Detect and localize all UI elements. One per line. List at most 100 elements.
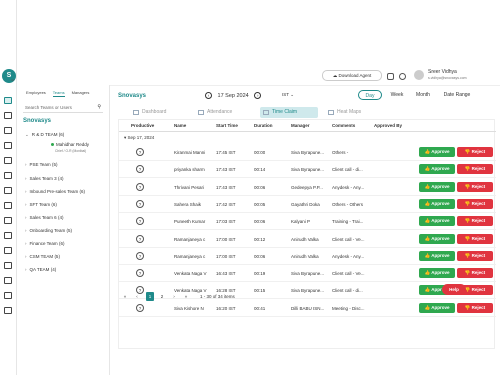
approve-button[interactable]: 👍 Approve [419, 250, 455, 261]
clipboard-icon[interactable] [4, 232, 12, 239]
tab-heat-maps[interactable]: Heat Maps [325, 107, 375, 118]
reject-button[interactable]: 👎 Reject [457, 198, 493, 209]
productive-question-icon[interactable]: ? [136, 148, 144, 156]
timer-icon[interactable] [4, 262, 12, 269]
export-icon[interactable] [387, 73, 394, 80]
column-header[interactable]: Manager [291, 123, 310, 128]
team-item[interactable]: › Sales Team 3 (4) [25, 176, 63, 181]
period-week[interactable]: Week [386, 90, 408, 100]
map-icon[interactable] [4, 187, 12, 194]
column-header[interactable]: Duration [254, 123, 273, 128]
reject-label: Reject [471, 166, 486, 172]
approve-button[interactable]: 👍 Approve [419, 181, 455, 192]
group-icon[interactable] [4, 307, 12, 314]
chart-icon[interactable] [4, 172, 12, 179]
member-role: Chief / O-R (Monibal) [55, 149, 87, 153]
approve-button[interactable]: 👍 Approve [419, 216, 455, 227]
reject-button[interactable]: 👎 Reject [457, 302, 493, 313]
period-month[interactable]: Month [412, 90, 434, 100]
chevron-right-icon: › [25, 162, 27, 167]
briefcase-icon[interactable] [4, 202, 12, 209]
current-date[interactable]: 17 Sep 2024 [218, 93, 249, 99]
tab-time-claim[interactable]: Time Claim [260, 107, 318, 118]
column-header[interactable]: Approved By [374, 123, 402, 128]
team-count: (6) [51, 202, 57, 207]
search-input[interactable]: Search Teams or Users ⚲ [23, 103, 103, 113]
period-day[interactable]: Day [358, 90, 382, 100]
reject-button[interactable]: 👎 Reject [457, 268, 493, 279]
column-header[interactable]: Productive [131, 123, 154, 128]
team-item[interactable]: › Onboarding Team (5) [25, 228, 72, 233]
tab-managers[interactable]: Managers [72, 90, 90, 97]
page-button[interactable]: 2 [158, 292, 166, 301]
users-icon[interactable] [4, 217, 12, 224]
reject-label: Reject [471, 235, 486, 241]
reject-button[interactable]: 👎 Reject [457, 164, 493, 175]
message-icon[interactable] [4, 277, 12, 284]
next-page-icon[interactable]: › [170, 292, 178, 301]
calendar-icon[interactable] [4, 247, 12, 254]
thumbs-up-icon: 👍 [424, 287, 431, 293]
team-item[interactable]: › Inbound Pre-sales Team (6) [25, 189, 85, 194]
timezone-select[interactable]: IST ⌄ [282, 92, 294, 98]
tab-dashboard[interactable]: Dashboard [130, 107, 185, 118]
tab-attendance[interactable]: Attendance [195, 107, 250, 118]
cloud-icon[interactable] [4, 292, 12, 299]
productive-question-icon[interactable]: ? [136, 251, 144, 260]
approve-button[interactable]: 👍 Approve [419, 164, 455, 175]
approve-button[interactable]: 👍 Approve [419, 147, 455, 157]
mail-icon[interactable] [4, 142, 12, 149]
column-header[interactable]: Comments [332, 123, 355, 128]
desktop-icon[interactable] [4, 157, 12, 164]
cell-duration: 00:14 [254, 167, 266, 173]
productive-question-icon[interactable]: ? [136, 165, 144, 174]
prev-page-icon[interactable]: ‹ [133, 292, 141, 301]
team-item[interactable]: › PSE Team (5) [25, 162, 57, 167]
tab-employees[interactable]: Employees [26, 90, 46, 97]
productive-question-icon[interactable]: ? [136, 199, 144, 208]
avatar[interactable] [414, 70, 424, 80]
productive-question-icon[interactable]: ? [136, 182, 144, 191]
group-row[interactable]: ▾ Sep 17, 2024 [119, 132, 496, 142]
tab-teams[interactable]: Teams [52, 90, 65, 97]
period-date-range[interactable]: Date Range [440, 90, 474, 100]
monitor-icon[interactable] [4, 127, 12, 134]
productive-question-icon[interactable]: ? [136, 217, 144, 226]
settings-icon[interactable] [399, 73, 406, 80]
reject-button[interactable]: 👎 Reject [457, 233, 493, 244]
page-button[interactable]: 1 [146, 292, 154, 301]
team-member[interactable]: Mahidhar Reddy [51, 142, 89, 147]
reject-label: Reject [471, 252, 486, 258]
reject-button[interactable]: 👎 Reject [457, 147, 493, 157]
column-header[interactable]: Start Time [216, 123, 238, 128]
team-item[interactable]: › Finance Team (6) [25, 241, 64, 246]
column-header[interactable]: Name [174, 123, 186, 128]
team-item[interactable]: ⌄ R & D TEAM (6) [25, 132, 64, 138]
team-item[interactable]: › SFT Team (6) [25, 202, 57, 207]
productive-question-icon[interactable]: ? [136, 303, 144, 312]
download-agent-button[interactable]: ☁ Download Agent [322, 70, 382, 81]
team-item[interactable]: › CSM TEAM (5) [25, 254, 60, 259]
team-item[interactable]: › Sales Team 6 (4) [25, 215, 63, 220]
team-name: SFT Team [29, 202, 51, 207]
last-page-icon[interactable]: » [182, 292, 190, 301]
reject-button[interactable]: 👎 Reject [457, 181, 493, 192]
search-icon[interactable]: ⚲ [97, 104, 101, 110]
team-item[interactable]: › QA TEAM (4) [25, 267, 56, 272]
left-nav-bar: S ntr [0, 0, 17, 375]
help-button[interactable]: Help [442, 284, 466, 295]
download-icon: ☁ [332, 73, 338, 78]
home-icon[interactable] [4, 97, 12, 104]
first-page-icon[interactable]: « [121, 292, 129, 301]
reject-button[interactable]: 👎 Reject [457, 250, 493, 261]
approve-button[interactable]: 👍 Approve [419, 198, 455, 209]
productive-question-icon[interactable]: ? [136, 269, 144, 278]
grid-icon[interactable] [4, 112, 12, 119]
prev-date-icon[interactable]: ‹ [205, 92, 212, 99]
reject-button[interactable]: 👎 Reject [457, 216, 493, 227]
approve-button[interactable]: 👍 Approve [419, 233, 455, 244]
approve-button[interactable]: 👍 Approve [419, 268, 455, 279]
productive-question-icon[interactable]: ? [136, 234, 144, 243]
next-date-icon[interactable]: › [254, 92, 262, 99]
approve-button[interactable]: 👍 Approve [419, 302, 455, 313]
